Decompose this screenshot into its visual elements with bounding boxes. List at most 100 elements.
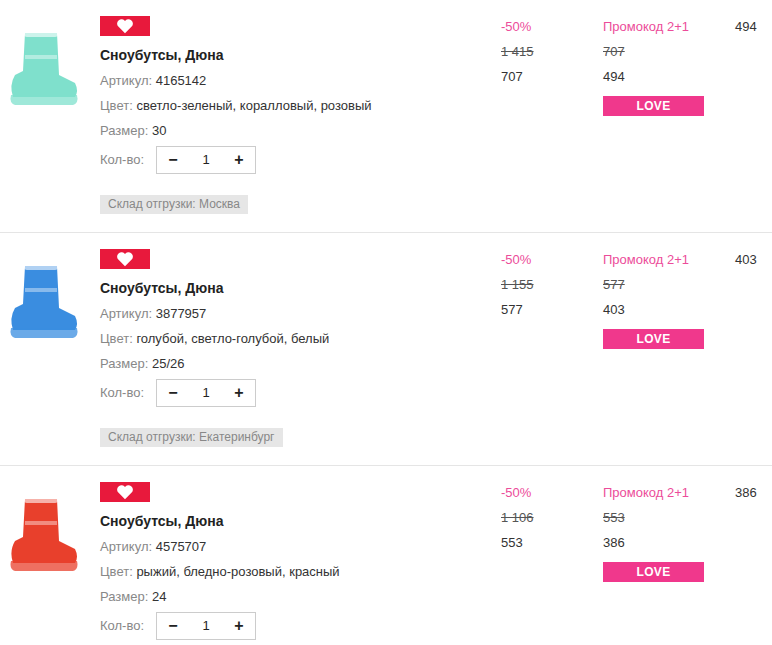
warehouse-badge: Склад отгрузки: Екатеринбург (100, 428, 283, 447)
discount-column: -50%1 106553 (501, 466, 603, 645)
minus-button[interactable]: − (157, 148, 189, 172)
product-info: Сноубутсы, ДюнаАртикул: 3877957Цвет: гол… (100, 233, 501, 465)
attr-value: рыжий, бледно-розовый, красный (136, 564, 339, 579)
attr-value: светло-зеленый, коралловый, розовый (136, 98, 371, 113)
attr-label: Размер: (100, 356, 148, 371)
quantity-value[interactable]: 1 (189, 616, 223, 636)
cart-item: Сноубутсы, ДюнаАртикул: 3877957Цвет: гол… (0, 233, 772, 466)
quantity-stepper: −1+ (156, 379, 256, 407)
attr-value: 24 (152, 589, 166, 604)
quantity-row: Кол-во:−1+ (100, 146, 501, 174)
quantity-stepper: −1+ (156, 146, 256, 174)
attr-value: 3877957 (156, 306, 207, 321)
product-attr: Размер: 24 (100, 584, 501, 609)
promo-badge[interactable]: LOVE (603, 562, 704, 582)
promo-old-price: 577 (603, 272, 735, 297)
quantity-label: Кол-во: (100, 383, 156, 403)
total-price: 386 (735, 480, 772, 505)
minus-button[interactable]: − (157, 381, 189, 405)
boot-icon (5, 258, 80, 343)
old-price: 1 106 (501, 505, 603, 530)
promo-price: 386 (603, 530, 735, 555)
favorite-button[interactable] (100, 249, 150, 269)
attr-label: Артикул: (100, 539, 152, 554)
product-attr: Размер: 25/26 (100, 351, 501, 376)
product-image[interactable] (0, 233, 100, 465)
boot-icon (5, 25, 80, 110)
promo-old-price: 707 (603, 39, 735, 64)
promo-label: Промокод 2+1 (603, 480, 735, 505)
product-attr: Цвет: голубой, светло-голубой, белый (100, 326, 501, 351)
attr-label: Размер: (100, 123, 148, 138)
promo-column: Промокод 2+1707494LOVE (603, 0, 735, 232)
promo-column: Промокод 2+1553386 LOVE (603, 466, 735, 645)
warehouse-badge: Склад отгрузки: Москва (100, 195, 248, 214)
quantity-stepper: −1+ (156, 612, 256, 640)
promo-old-price: 553 (603, 505, 735, 530)
promo-badge[interactable]: LOVE (603, 96, 704, 116)
favorite-button[interactable] (100, 482, 150, 502)
attr-value: 4165142 (156, 73, 207, 88)
total-price: 403 (735, 247, 772, 272)
total-column: 386 (735, 466, 772, 645)
favorite-button[interactable] (100, 16, 150, 36)
discount-column: -50%1 415707 (501, 0, 603, 232)
attr-label: Размер: (100, 589, 148, 604)
product-attr: Артикул: 4165142 (100, 68, 501, 93)
boot-icon (5, 491, 80, 576)
heart-icon (116, 18, 134, 34)
product-title[interactable]: Сноубутсы, Дюна (100, 277, 501, 299)
heart-icon (116, 251, 134, 267)
product-image[interactable] (0, 0, 100, 232)
product-image[interactable] (0, 466, 100, 645)
product-attr: Цвет: светло-зеленый, коралловый, розовы… (100, 93, 501, 118)
promo-label: Промокод 2+1 (603, 247, 735, 272)
product-title[interactable]: Сноубутсы, Дюна (100, 510, 501, 532)
promo-price: 403 (603, 297, 735, 322)
product-attr: Размер: 30 (100, 118, 501, 143)
cart-item: Сноубутсы, ДюнаАртикул: 4165142Цвет: све… (0, 0, 772, 233)
plus-button[interactable]: + (223, 614, 255, 638)
discount: -50% (501, 247, 603, 272)
attr-label: Артикул: (100, 73, 152, 88)
quantity-label: Кол-во: (100, 616, 156, 636)
total-column: 494 (735, 0, 772, 232)
promo-column: Промокод 2+1577403 LOVE (603, 233, 735, 465)
product-title[interactable]: Сноубутсы, Дюна (100, 44, 501, 66)
price: 577 (501, 297, 603, 322)
promo-badge[interactable]: LOVE (603, 329, 704, 349)
quantity-value[interactable]: 1 (189, 383, 223, 403)
plus-button[interactable]: + (223, 381, 255, 405)
attr-label: Цвет: (100, 98, 133, 113)
quantity-value[interactable]: 1 (189, 150, 223, 170)
discount-column: -50%1 155577 (501, 233, 603, 465)
product-attr: Цвет: рыжий, бледно-розовый, красный (100, 559, 501, 584)
price: 553 (501, 530, 603, 555)
discount: -50% (501, 480, 603, 505)
attr-label: Цвет: (100, 564, 133, 579)
plus-button[interactable]: + (223, 148, 255, 172)
old-price: 1 415 (501, 39, 603, 64)
product-info: Сноубутсы, ДюнаАртикул: 4165142Цвет: све… (100, 0, 501, 232)
old-price: 1 155 (501, 272, 603, 297)
promo-label: Промокод 2+1 (603, 14, 735, 39)
attr-value: 4575707 (156, 539, 207, 554)
attr-value: голубой, светло-голубой, белый (136, 331, 329, 346)
quantity-label: Кол-во: (100, 150, 156, 170)
minus-button[interactable]: − (157, 614, 189, 638)
quantity-row: Кол-во:−1+ (100, 379, 501, 407)
product-attr: Артикул: 3877957 (100, 301, 501, 326)
attr-label: Цвет: (100, 331, 133, 346)
attr-label: Артикул: (100, 306, 152, 321)
discount: -50% (501, 14, 603, 39)
heart-icon (116, 484, 134, 500)
total-column: 403 (735, 233, 772, 465)
product-info: Сноубутсы, ДюнаАртикул: 4575707Цвет: рыж… (100, 466, 501, 645)
quantity-row: Кол-во:−1+ (100, 612, 501, 640)
total-price: 494 (735, 14, 772, 39)
cart-item: Сноубутсы, ДюнаАртикул: 4575707Цвет: рыж… (0, 466, 772, 645)
attr-value: 30 (152, 123, 166, 138)
attr-value: 25/26 (152, 356, 185, 371)
product-attr: Артикул: 4575707 (100, 534, 501, 559)
price: 707 (501, 64, 603, 89)
